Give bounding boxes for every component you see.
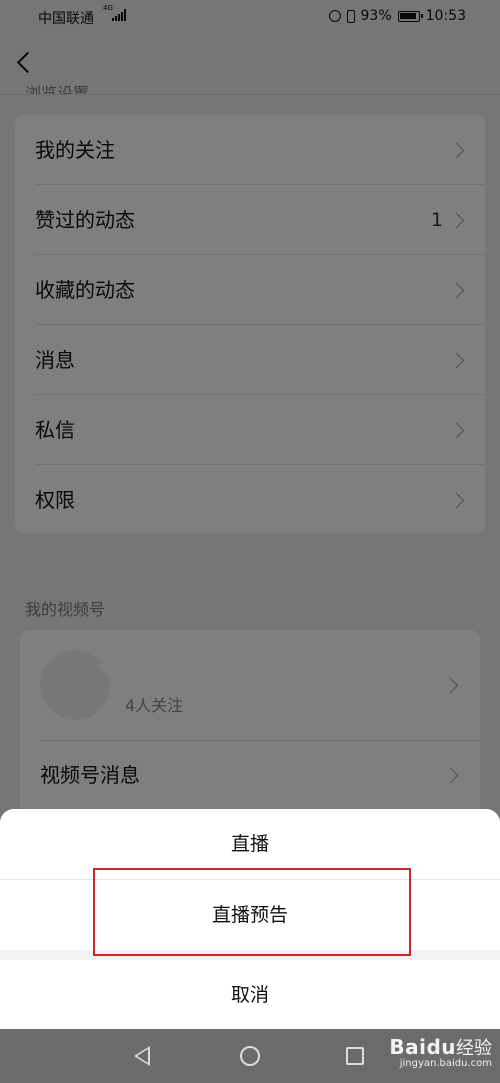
highlight-box [93,868,411,956]
baidu-watermark: Baidu经验 jingyan.baidu.com [389,1034,492,1069]
nav-home-icon[interactable] [240,1046,260,1066]
nav-recents-icon[interactable] [346,1047,364,1065]
watermark-logo: Baidu [389,1035,456,1059]
watermark-url: jingyan.baidu.com [399,1058,492,1069]
screen: 中国联通 4G 93% 10:53 浏览设置 我的关注 赞过的动态 1 收藏的动… [0,0,500,1083]
nav-back-icon[interactable] [134,1046,150,1066]
watermark-cn: 经验 [456,1038,492,1059]
cancel-button[interactable]: 取消 [0,960,500,1029]
